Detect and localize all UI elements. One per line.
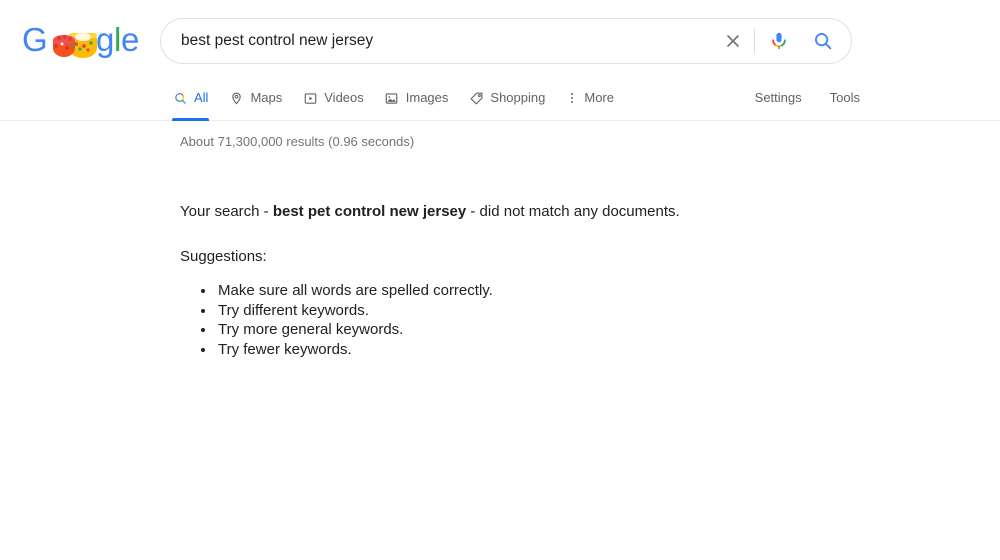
suggestions-list: Make sure all words are spelled correctl… [180,281,940,359]
search-header: G g l e best pest control new jersey All… [0,0,1000,121]
svg-text:g: g [96,21,114,58]
active-tab-underline [172,118,210,121]
tab-all[interactable]: All [172,84,210,121]
svg-text:e: e [121,21,139,58]
clear-search-button[interactable] [714,19,752,63]
search-box[interactable] [160,18,852,64]
svg-text:G: G [22,21,48,58]
tab-shopping-label: Shopping [490,90,546,105]
list-item: Make sure all words are spelled correctl… [216,281,940,301]
tab-images-label: Images [405,90,449,105]
no-results-message: Your search - best pet control new jerse… [180,201,940,223]
result-stats: About 71,300,000 results (0.96 seconds) [180,134,415,149]
search-icon [172,90,188,106]
tab-images[interactable]: Images [384,84,449,112]
image-icon [384,90,400,106]
list-item: Try different keywords. [216,301,940,321]
suggestions-title: Suggestions: [180,248,267,265]
tab-shopping[interactable]: Shopping [468,84,545,112]
tab-more[interactable]: More [565,84,614,112]
close-icon [727,35,739,47]
tab-maps[interactable]: Maps [228,84,282,112]
more-vertical-icon [565,90,579,106]
tab-videos-label: Videos [324,90,364,105]
google-doodle-logo[interactable]: G g l e [22,20,140,64]
tag-icon [468,90,484,106]
tab-more-label: More [584,90,614,105]
search-submit-button[interactable] [801,19,845,63]
tab-videos[interactable]: Videos [302,84,364,112]
doodle-red-cake [53,34,75,57]
no-results-prefix: Your search - [180,203,273,220]
video-icon [302,90,318,106]
settings-button[interactable]: Settings [755,84,802,112]
list-item: Try more general keywords. [216,320,940,340]
search-box-divider [754,29,755,53]
no-results-suffix: - did not match any documents. [466,203,680,220]
list-item: Try fewer keywords. [216,340,940,360]
search-results: About 71,300,000 results (0.96 seconds) … [180,133,940,359]
no-results-query: best pet control new jersey [272,203,467,220]
search-tools-group: Settings Tools [727,84,860,112]
search-icon [815,33,832,50]
tab-maps-label: Maps [250,90,283,105]
tab-all-label: All [194,90,209,105]
map-pin-icon [228,90,244,106]
tools-button[interactable]: Tools [830,84,860,112]
search-input[interactable] [161,20,714,62]
microphone-icon [772,32,786,50]
voice-search-button[interactable] [757,19,801,63]
search-tabs: All Maps Videos Images Shopping More [172,84,634,121]
